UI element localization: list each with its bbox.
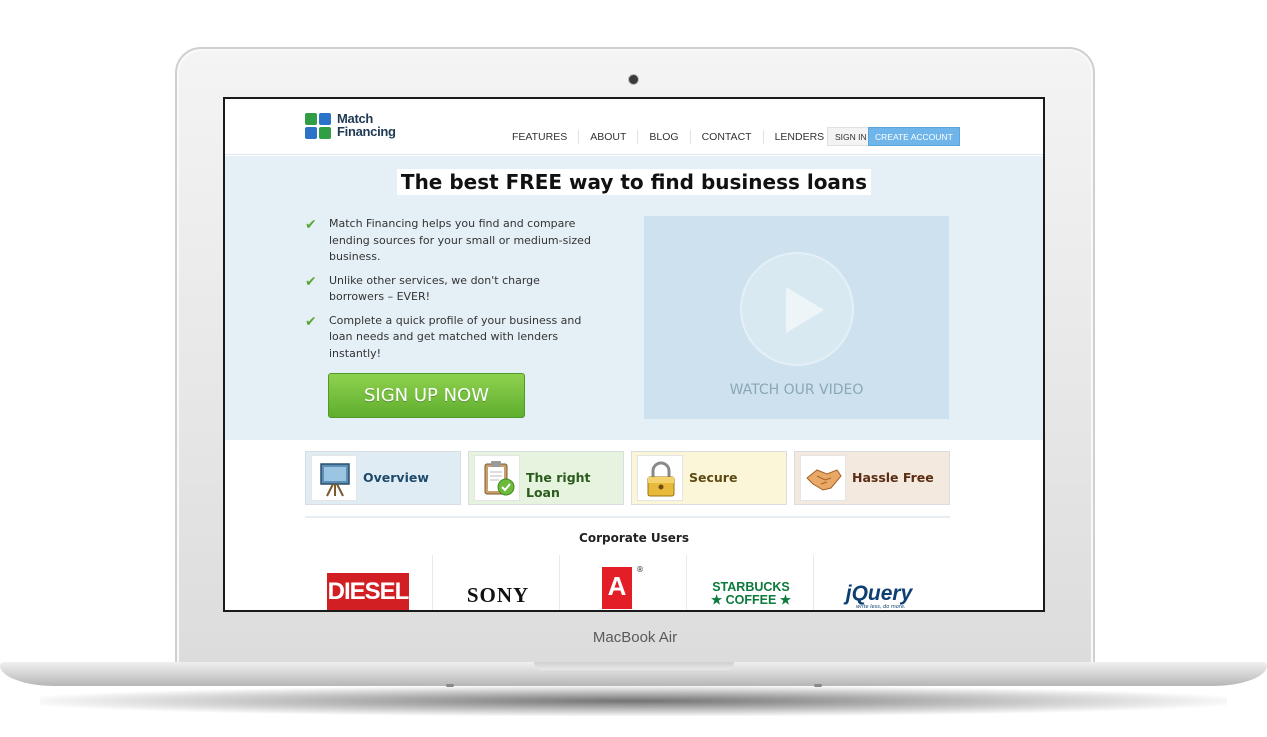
jquery-logo: jQuery (845, 582, 913, 605)
starbucks-line-2: ★ COFFEE ★ (710, 593, 792, 607)
corporate-users-title: Corporate Users (579, 531, 689, 545)
list-item: ✔ Match Financing helps you find and com… (305, 216, 595, 266)
benefit-list: ✔ Match Financing helps you find and com… (305, 216, 595, 369)
feature-tabs: Overview The right Loan Secure Hassle Fr… (305, 451, 950, 507)
video-player[interactable]: WATCH OUR VIDEO (644, 216, 949, 419)
nav-blog[interactable]: BLOG (638, 130, 691, 144)
logo-line-2: Financing (337, 124, 396, 139)
logo-diesel: DIESEL (305, 555, 432, 610)
jquery-tagline: write less, do more. (856, 604, 906, 610)
checkmark-icon: ✔ (305, 273, 317, 290)
corporate-logos: DIESEL SONY A ® STARBUCKS ★ COFFEE ★ jQu… (305, 555, 940, 610)
laptop-foot-right (814, 684, 822, 687)
site-header: Match Financing FEATURES ABOUT BLOG CONT… (225, 99, 1043, 155)
padlock-icon (637, 455, 683, 501)
clipboard-check-icon (474, 455, 520, 501)
checkmark-icon: ✔ (305, 217, 317, 233)
logo-wordmark: Match Financing (337, 112, 396, 138)
sony-logo: SONY (466, 583, 530, 607)
nav-about[interactable]: ABOUT (579, 130, 639, 144)
puzzle-logo-icon (305, 113, 331, 139)
lid-notch (534, 662, 734, 670)
sign-up-button[interactable]: SIGN UP NOW (328, 373, 525, 418)
headline-wrapper: The best FREE way to find business loans (225, 169, 1043, 195)
logo-adobe: A ® (559, 555, 686, 610)
list-item: ✔ Unlike other services, we don't charge… (305, 273, 595, 306)
easel-icon (311, 455, 357, 501)
nav-features[interactable]: FEATURES (501, 130, 580, 144)
device-brand-label: MacBook Air (592, 629, 678, 646)
site-logo[interactable]: Match Financing (305, 111, 415, 145)
benefit-text: Unlike other services, we don't charge b… (329, 273, 540, 304)
registered-mark: ® (636, 565, 644, 574)
feature-overview[interactable]: Overview (305, 451, 461, 505)
feature-label: Secure (689, 470, 738, 485)
website: Match Financing FEATURES ABOUT BLOG CONT… (225, 99, 1043, 610)
screen: Match Financing FEATURES ABOUT BLOG CONT… (223, 97, 1045, 612)
feature-label: Hassle Free (852, 470, 934, 485)
logo-jquery: jQuery write less, do more. (813, 555, 940, 610)
benefit-text: Match Financing helps you find and compa… (329, 217, 591, 263)
feature-right-loan[interactable]: The right Loan (468, 451, 624, 505)
nav-lenders[interactable]: LENDERS (764, 130, 836, 144)
logo-starbucks: STARBUCKS ★ COFFEE ★ (686, 555, 813, 610)
page-title: The best FREE way to find business loans (396, 169, 872, 195)
starbucks-logo: STARBUCKS ★ COFFEE ★ (701, 581, 801, 607)
nav-contact[interactable]: CONTACT (691, 130, 764, 144)
feature-secure[interactable]: Secure (631, 451, 787, 505)
adobe-logo: A (602, 567, 632, 609)
laptop-foot-left (446, 684, 454, 687)
laptop-frame: MacBook Air Match Financing FEATURES ABO… (0, 0, 1267, 737)
handshake-icon (800, 455, 846, 501)
watch-video-label[interactable]: WATCH OUR VIDEO (644, 382, 949, 398)
checkmark-icon: ✔ (305, 313, 317, 330)
camera-icon (629, 75, 638, 84)
adobe-mark: A (607, 571, 627, 601)
benefit-text: Complete a quick profile of your busines… (329, 313, 582, 360)
play-icon[interactable] (740, 252, 854, 366)
hero-section: The best FREE way to find business loans… (225, 156, 1043, 440)
create-account-button[interactable]: CREATE ACCOUNT (868, 127, 960, 146)
feature-hassle-free[interactable]: Hassle Free (794, 451, 950, 505)
main-nav: FEATURES ABOUT BLOG CONTACT LENDERS (501, 130, 835, 144)
section-divider (305, 516, 950, 518)
laptop-shadow (40, 686, 1227, 716)
list-item: ✔ Complete a quick profile of your busin… (305, 313, 595, 363)
logo-sony: SONY (432, 555, 559, 610)
feature-label: Overview (363, 470, 429, 485)
feature-label: The right Loan (526, 470, 591, 500)
diesel-logo: DIESEL (327, 573, 409, 610)
